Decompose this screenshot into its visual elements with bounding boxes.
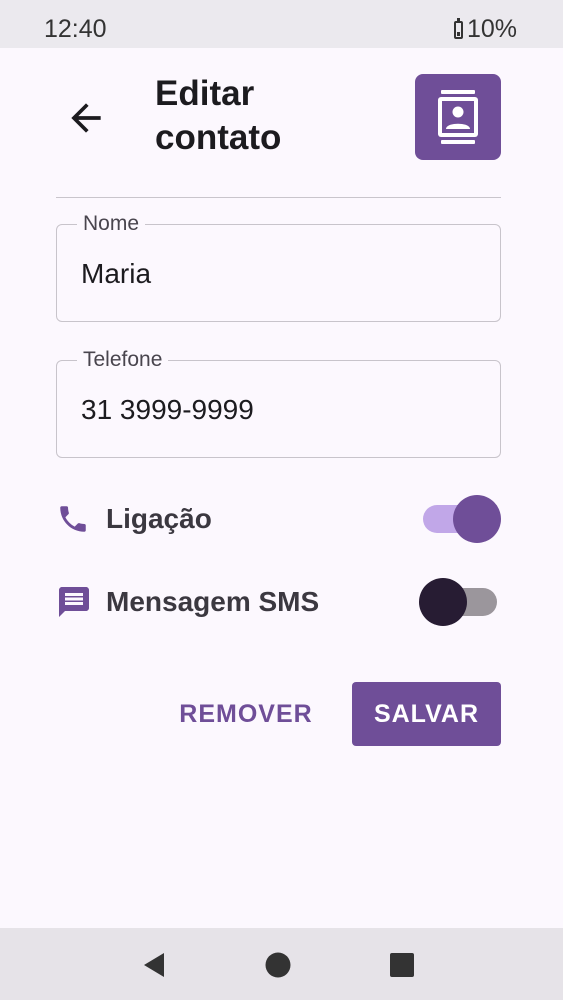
- sms-toggle[interactable]: [419, 578, 501, 626]
- battery-level: 10%: [466, 15, 517, 43]
- header-divider: [56, 197, 501, 198]
- call-option-row: Ligação: [56, 491, 501, 547]
- phone-icon: [56, 499, 96, 539]
- sms-toggle-thumb: [419, 578, 467, 626]
- status-bar: 12:40 10%: [0, 0, 563, 48]
- save-button[interactable]: SALVAR: [352, 682, 501, 746]
- arrow-back-icon: [71, 103, 101, 133]
- call-toggle-thumb: [453, 495, 501, 543]
- nav-recents-button[interactable]: [385, 948, 419, 982]
- name-input[interactable]: [81, 225, 481, 323]
- sms-option-label: Mensagem SMS: [106, 586, 320, 617]
- name-field[interactable]: Nome: [56, 211, 501, 323]
- back-triangle-icon: [144, 953, 164, 977]
- call-option-label: Ligação: [106, 503, 212, 534]
- recents-square-icon: [390, 953, 414, 977]
- nav-home-button[interactable]: [261, 948, 295, 982]
- contact-badge: [415, 74, 501, 160]
- nav-back-button[interactable]: [136, 948, 170, 982]
- contact-card-icon: [438, 90, 478, 144]
- home-circle-icon: [265, 952, 291, 978]
- call-toggle[interactable]: [419, 495, 501, 543]
- remove-button[interactable]: REMOVER: [160, 682, 332, 746]
- message-icon: [56, 582, 96, 622]
- system-nav-bar: [0, 928, 563, 1000]
- status-battery: 10%: [453, 15, 517, 44]
- status-time: 12:40: [44, 15, 107, 43]
- phone-input[interactable]: [81, 361, 481, 459]
- page-title: Editar contato: [155, 74, 282, 157]
- back-button[interactable]: [56, 88, 116, 148]
- phone-field[interactable]: Telefone: [56, 347, 501, 459]
- sms-option-row: Mensagem SMS: [56, 574, 501, 630]
- battery-icon: [453, 17, 463, 39]
